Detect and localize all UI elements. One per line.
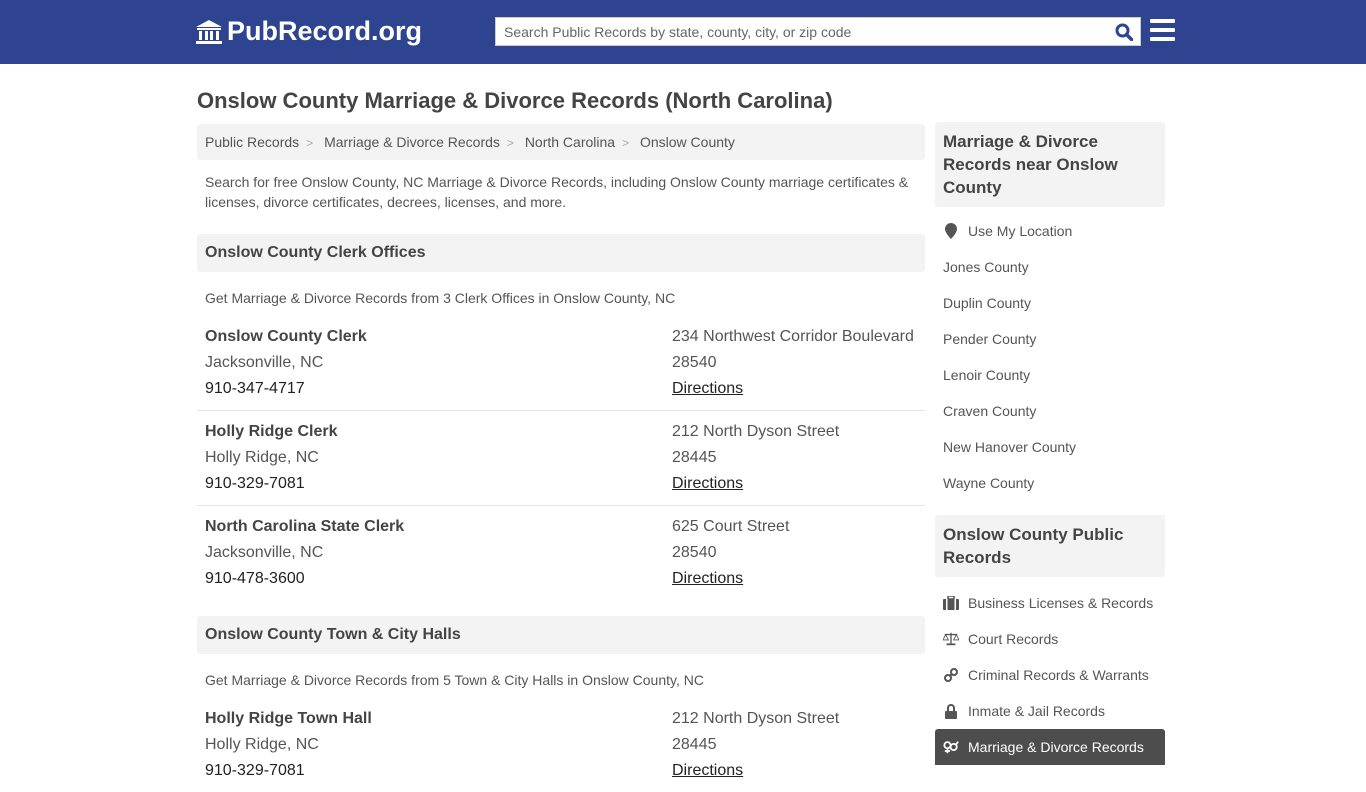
breadcrumb-current: Onslow County xyxy=(639,134,735,150)
nearby-county-link[interactable]: Jones County xyxy=(935,249,1165,285)
nearby-county-link[interactable]: Duplin County xyxy=(935,285,1165,321)
office-zip: 28540 xyxy=(672,354,717,371)
sidebar-item-court[interactable]: Court Records xyxy=(935,621,1165,657)
directions-link[interactable]: Directions xyxy=(672,762,743,779)
intro-text: Search for free Onslow County, NC Marria… xyxy=(205,174,909,210)
breadcrumb-public-records[interactable]: Public Records xyxy=(205,134,299,150)
office-address: 234 Northwest Corridor Boulevard xyxy=(672,328,914,345)
office-name[interactable]: Onslow County Clerk xyxy=(205,324,672,350)
directions-link[interactable]: Directions xyxy=(672,475,743,492)
office-entry: Onslow County Clerk Jacksonville, NC 910-3… xyxy=(197,316,925,411)
search-bar xyxy=(495,17,1141,46)
public-records-heading: Onslow County Public Records xyxy=(935,515,1165,577)
hamburger-menu-icon[interactable] xyxy=(1150,19,1175,46)
breadcrumb-separator: > xyxy=(306,136,314,150)
breadcrumb-north-carolina[interactable]: North Carolina xyxy=(525,134,615,150)
office-city: Jacksonville, NC xyxy=(205,354,324,371)
office-phone[interactable]: 910-347-4717 xyxy=(205,376,672,402)
office-zip: 28540 xyxy=(672,544,717,561)
nearby-list: Use My Location Jones County Duplin Coun… xyxy=(935,207,1165,515)
sidebar-item-business[interactable]: Business Licenses & Records xyxy=(935,585,1165,621)
directions-link[interactable]: Directions xyxy=(672,380,743,397)
office-city: Holly Ridge, NC xyxy=(205,736,319,753)
office-zip: 28445 xyxy=(672,736,717,753)
map-marker-icon xyxy=(943,223,959,239)
office-entry: North Carolina State Clerk Jacksonville, … xyxy=(197,506,925,600)
sidebar-item-marriage-divorce[interactable]: Marriage & Divorce Records xyxy=(935,729,1165,765)
nearby-county-link[interactable]: Craven County xyxy=(935,393,1165,429)
nearby-county-link[interactable]: Pender County xyxy=(935,321,1165,357)
logo[interactable]: PubRecord.org xyxy=(195,16,422,47)
office-address: 212 North Dyson Street xyxy=(672,710,840,727)
sidebar-item-criminal[interactable]: Criminal Records & Warrants xyxy=(935,657,1165,693)
sidebar: Marriage & Divorce Records near Onslow C… xyxy=(935,122,1165,779)
nearby-county-link[interactable]: Lenoir County xyxy=(935,357,1165,393)
scales-icon xyxy=(943,632,959,646)
office-entry: Holly Ridge Clerk Holly Ridge, NC 910-329-… xyxy=(197,411,925,506)
courthouse-icon xyxy=(196,19,222,44)
search-icon xyxy=(1115,23,1133,41)
breadcrumb-separator: > xyxy=(622,136,630,150)
header: PubRecord.org xyxy=(0,0,1366,64)
office-name[interactable]: Holly Ridge Town Hall xyxy=(205,706,672,732)
office-zip: 28445 xyxy=(672,449,717,466)
nearby-heading: Marriage & Divorce Records near Onslow C… xyxy=(935,122,1165,207)
sidebar-item-inmate[interactable]: Inmate & Jail Records xyxy=(935,693,1165,729)
office-city: Holly Ridge, NC xyxy=(205,449,319,466)
search-input[interactable] xyxy=(496,18,1108,45)
nearby-county-link[interactable]: Wayne County xyxy=(935,465,1165,501)
link-icon xyxy=(943,668,959,682)
directions-link[interactable]: Directions xyxy=(672,570,743,587)
office-phone[interactable]: 910-329-7081 xyxy=(205,471,672,497)
nearby-county-link[interactable]: New Hanover County xyxy=(935,429,1165,465)
use-my-location[interactable]: Use My Location xyxy=(935,213,1165,249)
logo-text: PubRecord.org xyxy=(227,16,423,46)
breadcrumb-marriage-divorce[interactable]: Marriage & Divorce Records xyxy=(324,134,500,150)
breadcrumb: Public Records > Marriage & Divorce Recor… xyxy=(197,124,925,160)
breadcrumb-separator: > xyxy=(506,136,514,150)
briefcase-icon xyxy=(943,596,959,610)
section-heading: Onslow County Town & City Halls xyxy=(197,616,925,654)
office-address: 212 North Dyson Street xyxy=(672,423,840,440)
search-button[interactable] xyxy=(1108,23,1140,41)
office-address: 625 Court Street xyxy=(672,518,790,535)
gender-icon xyxy=(943,740,959,754)
page-title: Onslow County Marriage & Divorce Records… xyxy=(197,88,833,113)
office-name[interactable]: Holly Ridge Clerk xyxy=(205,419,672,445)
office-city: Jacksonville, NC xyxy=(205,544,324,561)
office-phone[interactable]: 910-329-7081 xyxy=(205,758,672,784)
office-name[interactable]: North Carolina State Clerk xyxy=(205,514,672,540)
section-subtitle: Get Marriage & Divorce Records from 3 Cl… xyxy=(205,290,676,306)
office-phone[interactable]: 910-478-3600 xyxy=(205,566,672,592)
office-entry: Holly Ridge Town Hall Holly Ridge, NC 910-… xyxy=(197,698,925,792)
public-records-list: Business Licenses & Records Court Record… xyxy=(935,577,1165,779)
main-content: Public Records > Marriage & Divorce Recor… xyxy=(197,124,925,792)
section-heading: Onslow County Clerk Offices xyxy=(197,234,925,272)
section-subtitle: Get Marriage & Divorce Records from 5 To… xyxy=(205,672,704,688)
lock-icon xyxy=(943,703,959,719)
